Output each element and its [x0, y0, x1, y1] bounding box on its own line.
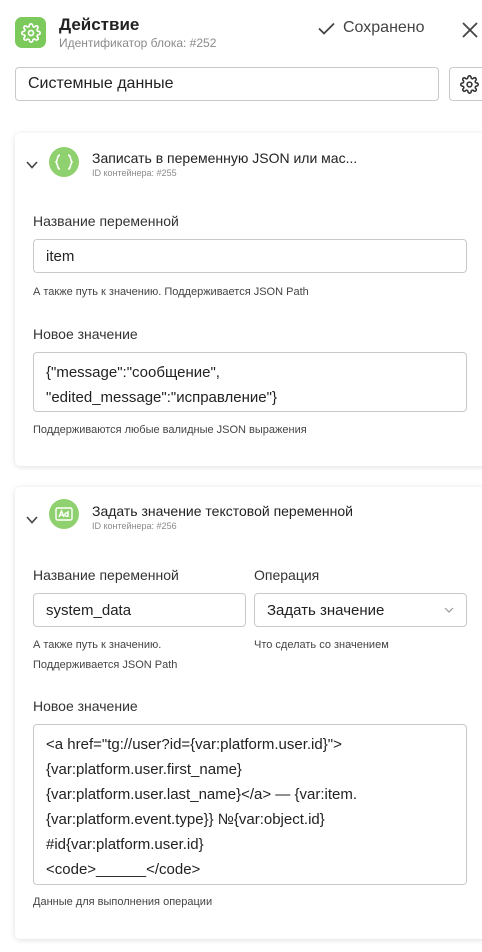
new-value-line: <a href="tg://user?id={var:platform.user…	[46, 736, 342, 753]
chevron-down-icon	[26, 161, 38, 169]
operation-label: Операция	[254, 567, 320, 583]
operation-select[interactable]: Задать значение	[254, 593, 467, 627]
chevron-down-icon	[26, 516, 38, 524]
variable-name-label: Название переменной	[33, 567, 179, 583]
close-button[interactable]	[461, 21, 479, 39]
variable-name-hint: А также путь к значению. Поддерживается …	[33, 635, 177, 675]
new-value-line: {var:platform.event.type}} №{var:object.…	[46, 811, 325, 828]
operation-hint: Что сделать со значением	[254, 639, 389, 651]
container-id: ID контейнера: #256	[92, 521, 177, 531]
new-value-line: {"message":"сообщение",	[46, 364, 220, 381]
variable-name-input[interactable]: system_data	[33, 593, 246, 627]
new-value-line: {var:platform.user.first_name}	[46, 761, 242, 778]
variable-name-value: item	[46, 247, 75, 265]
new-value-hint: Данные для выполнения операции	[33, 896, 213, 908]
new-value-label: Новое значение	[33, 698, 138, 714]
block-title: Записать в переменную JSON или мас...	[92, 150, 358, 166]
collapse-chevron-button[interactable]	[26, 156, 38, 169]
settings-button[interactable]	[449, 67, 482, 101]
new-value-textarea[interactable]: <a href="tg://user?id={var:platform.user…	[33, 724, 467, 885]
saved-label: Сохранено	[343, 19, 425, 36]
chevron-down-icon	[444, 607, 454, 613]
hint-line: Поддерживается JSON Path	[33, 659, 178, 671]
block-card-text: Задать значение текстовой переменной ID …	[15, 487, 482, 939]
collapse-chevron-button[interactable]	[26, 511, 38, 524]
variable-name-label: Название переменной	[33, 213, 179, 229]
check-icon	[318, 22, 335, 35]
new-value-textarea[interactable]: {"message":"сообщение", "edited_message"…	[33, 352, 467, 412]
new-value-line: <code>______</code>	[46, 861, 201, 878]
block-id: Идентификатор блока: #252	[59, 36, 217, 50]
container-id: ID контейнера: #255	[92, 168, 177, 178]
variable-name-hint: А также путь к значению. Поддерживается …	[33, 286, 309, 298]
operation-value: Задать значение	[267, 601, 385, 619]
page-title: Действие	[59, 15, 140, 34]
braces-icon	[49, 147, 79, 177]
saved-status: Сохранено	[318, 19, 425, 37]
new-value-line: #id{var:platform.user.id}	[46, 836, 204, 853]
new-value-line: {var:platform.user.last_name}</a> — {var…	[46, 786, 357, 803]
block-title: Задать значение текстовой переменной	[92, 503, 353, 519]
close-icon	[462, 22, 478, 38]
hint-line: А также путь к значению.	[33, 639, 162, 651]
gear-icon	[459, 74, 479, 94]
variable-name-input[interactable]: item	[33, 239, 467, 273]
variable-name-value: system_data	[46, 601, 132, 619]
new-value-hint: Поддерживаются любые валидные JSON выраж…	[33, 424, 307, 436]
text-variable-icon	[49, 499, 79, 529]
new-value-label: Новое значение	[33, 326, 138, 342]
action-name-input[interactable]	[15, 67, 439, 101]
block-card-json: Записать в переменную JSON или мас... ID…	[15, 133, 482, 466]
new-value-line: "edited_message":"исправление"}	[46, 389, 277, 406]
action-gear-icon	[15, 17, 46, 48]
